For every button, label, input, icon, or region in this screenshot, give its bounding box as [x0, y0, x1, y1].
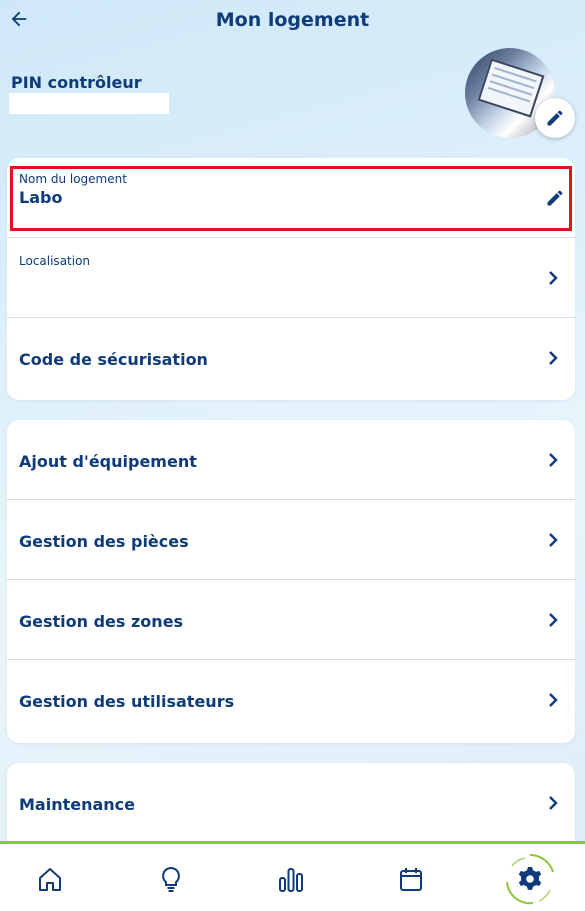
- chevron-right-icon: [549, 533, 558, 547]
- menu-item-label: Gestion des zones: [19, 612, 184, 631]
- menu-item-users[interactable]: Gestion des utilisateurs: [7, 660, 575, 740]
- nav-home[interactable]: [30, 860, 70, 900]
- housing-card: Nom du logement Labo Localisation Code d…: [7, 158, 575, 400]
- housing-name-label: Nom du logement: [19, 172, 127, 186]
- menu-item-label: Gestion des utilisateurs: [19, 692, 235, 711]
- location-row[interactable]: Localisation: [7, 238, 575, 318]
- menu-item-rooms[interactable]: Gestion des pièces: [7, 500, 575, 580]
- nav-consumption[interactable]: [271, 860, 311, 900]
- pencil-icon[interactable]: [545, 188, 565, 208]
- edit-photo-button[interactable]: [535, 98, 575, 138]
- maintenance-label: Maintenance: [19, 795, 136, 814]
- lightbulb-icon: [162, 866, 180, 892]
- menu-item-add-equipment[interactable]: Ajout d'équipement: [7, 420, 575, 500]
- menu-item-zones[interactable]: Gestion des zones: [7, 580, 575, 660]
- housing-name-value: Labo: [19, 188, 63, 207]
- nav-calendar[interactable]: [391, 860, 431, 900]
- home-icon: [39, 868, 61, 891]
- calendar-icon: [400, 868, 422, 891]
- page-title: Mon logement: [215, 9, 370, 31]
- chevron-right-icon: [549, 796, 558, 810]
- bottom-navigation: [0, 841, 585, 911]
- bar-chart-icon: [279, 868, 303, 892]
- pin-field[interactable]: [9, 93, 169, 114]
- location-label: Localisation: [19, 254, 91, 268]
- chevron-right-icon: [549, 613, 558, 627]
- menu-item-label: Ajout d'équipement: [19, 452, 197, 471]
- management-card: Ajout d'équipement Gestion des pièces Ge…: [7, 420, 575, 743]
- security-code-label: Code de sécurisation: [19, 350, 208, 369]
- chevron-right-icon: [549, 693, 558, 707]
- gear-icon: [506, 853, 554, 905]
- nav-advice[interactable]: [151, 860, 191, 900]
- housing-name-row[interactable]: Nom du logement Labo: [7, 158, 575, 238]
- menu-item-label: Gestion des pièces: [19, 532, 189, 551]
- nav-settings[interactable]: [503, 852, 557, 906]
- chevron-right-icon: [549, 351, 558, 365]
- menu-item-maintenance[interactable]: Maintenance: [7, 763, 575, 843]
- chevron-right-icon: [549, 271, 558, 285]
- header: Mon logement: [0, 0, 585, 44]
- chevron-right-icon: [549, 453, 558, 467]
- maintenance-card: Maintenance: [7, 763, 575, 853]
- pin-label: PIN contrôleur: [11, 73, 142, 92]
- security-code-row[interactable]: Code de sécurisation: [7, 318, 575, 398]
- pencil-icon: [547, 110, 563, 126]
